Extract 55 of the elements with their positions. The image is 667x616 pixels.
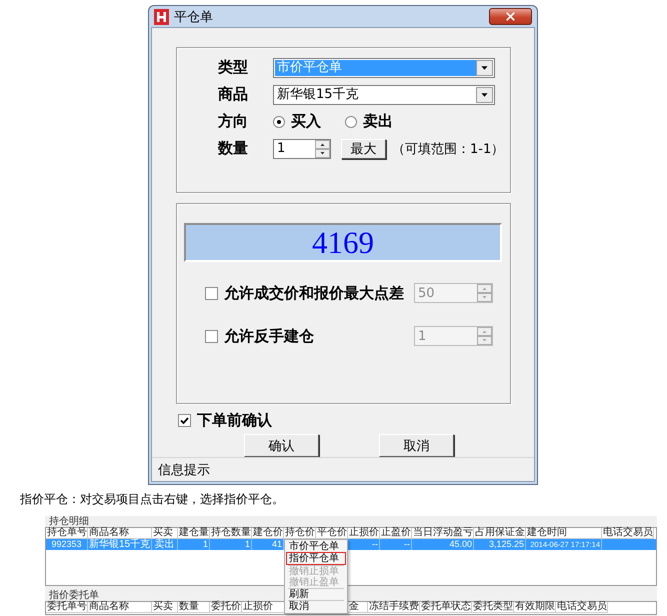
spin-value: 1	[417, 328, 428, 344]
column-header[interactable]: 委托单号	[46, 602, 88, 613]
dialog-button[interactable]: 确认	[244, 434, 319, 457]
field-label: 数量	[218, 139, 249, 158]
close-button[interactable]	[489, 8, 532, 25]
table-cell: 45.00	[412, 539, 474, 550]
spin-arrows-icon[interactable]	[315, 140, 330, 158]
radio-label: 卖出	[363, 112, 393, 131]
field-label: 方向	[218, 112, 249, 131]
table-cell: 1	[178, 539, 210, 550]
table-cell: 3,125.25	[474, 539, 526, 550]
radio-button[interactable]	[345, 116, 357, 128]
spin-value: 1	[276, 141, 286, 156]
checkbox-label: 下单前确认	[197, 410, 272, 430]
caption-text: 指价平仓：对交易项目点击右键，选择指价平仓。	[20, 491, 285, 507]
column-header[interactable]: 委托类型	[472, 602, 514, 613]
price-display: 4169	[184, 223, 502, 262]
column-header[interactable]: 冻结手续费	[368, 602, 420, 613]
dropdown-value: 市价平仓单	[275, 60, 476, 76]
group-title: 指价委托单	[49, 590, 100, 601]
range-hint: （可填范围：1-1）	[392, 140, 504, 158]
radio-button[interactable]	[273, 116, 285, 128]
spin-value: 50	[417, 286, 436, 300]
column-header[interactable]: 有效期限	[514, 602, 556, 613]
max-button[interactable]: 最大	[341, 138, 386, 158]
column-header[interactable]: 委托单状态	[420, 602, 472, 613]
menu-item[interactable]: 指价平仓单	[286, 552, 346, 565]
table-cell: 992353	[46, 539, 88, 550]
column-header[interactable]: 商品名称	[88, 602, 152, 613]
app-logo-icon	[154, 8, 169, 24]
field-label: 类型	[218, 58, 249, 77]
column-header[interactable]: 数量	[178, 602, 210, 613]
dropdown-field[interactable]: 新华银15千克	[273, 84, 495, 104]
close-icon	[504, 10, 517, 23]
field-label: 商品	[218, 85, 249, 104]
table-cell: 1	[210, 539, 252, 550]
column-header[interactable]: 委托价	[210, 602, 242, 613]
menu-item[interactable]: 刷新	[286, 589, 346, 600]
dropdown-value: 新华银15千克	[276, 86, 360, 102]
status-text: 信息提示	[157, 462, 210, 478]
column-header[interactable]: 买卖	[152, 602, 178, 613]
column-header[interactable]: 电话交易员	[556, 602, 608, 613]
checkbox-label: 允许反手建仓	[224, 326, 314, 346]
quantity-spin-field[interactable]: 1	[273, 138, 331, 158]
group-title: 持仓明细	[49, 516, 89, 527]
radio-label: 买入	[291, 112, 321, 131]
table-cell: --	[380, 539, 412, 550]
table-cell: 新华银15千克	[88, 539, 152, 550]
checkbox-label: 允许成交价和报价最大点差	[224, 284, 404, 302]
window-title: 平仓单	[174, 8, 214, 26]
dialog-button[interactable]: 取消	[379, 434, 454, 457]
menu-item[interactable]: 市价平仓单	[286, 541, 346, 552]
menu-item[interactable]: 取消	[286, 601, 346, 612]
table-cell: 卖出	[152, 539, 178, 550]
checkbox[interactable]	[178, 414, 191, 426]
